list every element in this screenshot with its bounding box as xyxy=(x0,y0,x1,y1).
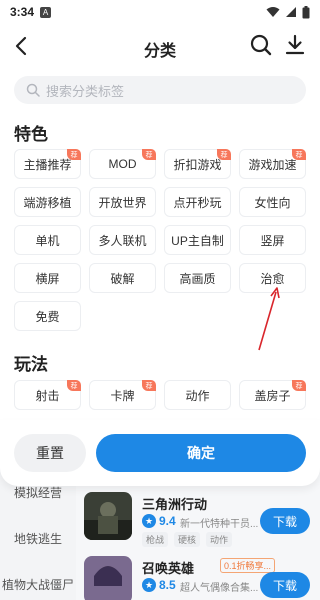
tag-label: MOD xyxy=(108,157,137,171)
tag-label: 高画质 xyxy=(179,271,216,286)
category-tag[interactable]: 开放世界 xyxy=(89,187,156,217)
tag-label: 射击 xyxy=(35,388,60,403)
recommend-badge: 荐 xyxy=(67,149,81,160)
reset-button[interactable]: 重置 xyxy=(14,434,86,472)
wifi-icon xyxy=(266,7,280,17)
section-title-gameplay: 玩法 xyxy=(14,355,48,374)
category-tag[interactable]: 横屏 xyxy=(14,263,81,293)
game-cover-image xyxy=(84,492,132,540)
tag-label: 点开秒玩 xyxy=(173,195,222,210)
status-bar: 3:34 A xyxy=(0,0,320,24)
sidebar-item[interactable]: 模拟经营 xyxy=(0,484,76,501)
category-tag[interactable]: 卡牌荐 xyxy=(89,380,156,410)
category-tag[interactable]: MOD 荐 xyxy=(89,149,156,179)
recommend-badge: 荐 xyxy=(292,149,306,160)
category-tag[interactable]: 竖屏 xyxy=(239,225,306,255)
game-list-item[interactable]: 三角洲行动 ★ 9.4 新一代特种干员... 枪战 硬核 动作 下载 xyxy=(84,492,320,548)
category-tag[interactable]: UP主自制 xyxy=(164,225,231,255)
tag-label: 治愈 xyxy=(260,271,285,286)
status-icons xyxy=(266,5,310,19)
tag-label: 单机 xyxy=(35,233,60,248)
category-tag[interactable]: 单机 xyxy=(14,225,81,255)
battery-icon xyxy=(302,5,310,18)
game-list-item[interactable]: 召唤英雄 0.1折畅享... ★ 8.5 超人气偶像合集... 下载 xyxy=(84,556,320,600)
category-tag[interactable]: 主播推荐荐 xyxy=(14,149,81,179)
tag-label: 动作 xyxy=(185,388,210,403)
search-placeholder: 搜索分类标签 xyxy=(46,83,125,99)
recommend-badge: 荐 xyxy=(142,149,156,160)
category-tag[interactable]: 女性向 xyxy=(239,187,306,217)
notification-icon: A xyxy=(40,6,52,18)
recommend-badge: 荐 xyxy=(217,149,231,160)
top-app-bar: 分类 xyxy=(0,26,320,66)
category-tag[interactable]: 射击荐 xyxy=(14,380,81,410)
game-rating: ★ 8.5 xyxy=(142,578,176,592)
category-tag[interactable]: 点开秒玩 xyxy=(164,187,231,217)
filter-sheet-footer: 重置 确定 xyxy=(0,420,320,486)
download-button[interactable]: 下载 xyxy=(260,572,310,598)
category-tag[interactable]: 盖房子荐 xyxy=(239,380,306,410)
game-chip: 硬核 xyxy=(174,532,201,547)
tag-label: 主播推荐 xyxy=(23,157,72,172)
sidebar-item[interactable]: 地铁逃生 xyxy=(0,530,76,547)
tag-label: 免费 xyxy=(35,309,60,324)
tag-label: 女性向 xyxy=(254,195,291,210)
download-button[interactable]: 下载 xyxy=(260,508,310,534)
tag-label: 竖屏 xyxy=(260,233,285,248)
category-tag[interactable]: 端游移植 xyxy=(14,187,81,217)
tag-label: 多人联机 xyxy=(98,233,147,248)
section-title-featured: 特色 xyxy=(14,125,48,144)
game-rating: ★ 9.4 xyxy=(142,514,176,528)
download-icon[interactable] xyxy=(282,32,308,58)
category-tag[interactable]: 免费 xyxy=(14,301,81,331)
tag-label: 横屏 xyxy=(35,271,60,286)
tag-label: 卡牌 xyxy=(110,388,135,403)
tag-label: 游戏加速 xyxy=(248,157,297,172)
game-chip: 枪战 xyxy=(142,532,169,547)
game-chips: 枪战 硬核 动作 xyxy=(142,532,233,547)
tag-label: 开放世界 xyxy=(98,195,147,210)
category-tag[interactable]: 多人联机 xyxy=(89,225,156,255)
status-time: 3:34 xyxy=(10,5,35,19)
gameplay-tag-grid: 射击荐卡牌荐动作 盖房子荐 xyxy=(14,380,308,410)
game-name: 召唤英雄 xyxy=(142,561,195,576)
search-input[interactable]: 搜索分类标签 xyxy=(14,76,306,104)
tag-label: 折扣游戏 xyxy=(173,157,222,172)
category-tag[interactable]: 治愈 xyxy=(239,263,306,293)
tag-label: 端游移植 xyxy=(23,195,72,210)
promo-badge: 0.1折畅享... xyxy=(220,558,276,573)
game-chip: 动作 xyxy=(206,532,233,547)
category-tag[interactable]: 动作 xyxy=(164,380,231,410)
category-tag[interactable]: 折扣游戏荐 xyxy=(164,149,231,179)
recommend-badge: 荐 xyxy=(142,380,156,391)
tag-label: UP主自制 xyxy=(171,233,224,248)
star-icon: ★ xyxy=(142,514,156,528)
tag-label: 破解 xyxy=(110,271,135,286)
featured-tag-grid: 主播推荐荐 MOD 荐折扣游戏荐游戏加速荐端游移植 开放世界 点开秒玩 女性向 单机 多人联机… xyxy=(14,149,308,331)
category-tag[interactable]: 高画质 xyxy=(164,263,231,293)
tag-label: 盖房子 xyxy=(254,388,291,403)
game-name: 三角洲行动 xyxy=(142,497,208,512)
category-tag[interactable]: 游戏加速荐 xyxy=(239,149,306,179)
star-icon: ★ xyxy=(142,578,156,592)
recommend-badge: 荐 xyxy=(67,380,81,391)
confirm-button[interactable]: 确定 xyxy=(96,434,306,472)
recommend-badge: 荐 xyxy=(292,380,306,391)
rating-value: 8.5 xyxy=(159,578,176,592)
search-icon[interactable] xyxy=(248,32,274,58)
search-field-icon xyxy=(26,83,40,97)
category-tag[interactable]: 破解 xyxy=(89,263,156,293)
sidebar-item[interactable]: 植物大战僵尸 xyxy=(0,576,76,593)
rating-value: 9.4 xyxy=(159,514,176,528)
signal-icon xyxy=(286,7,296,17)
game-cover-image xyxy=(84,556,132,600)
